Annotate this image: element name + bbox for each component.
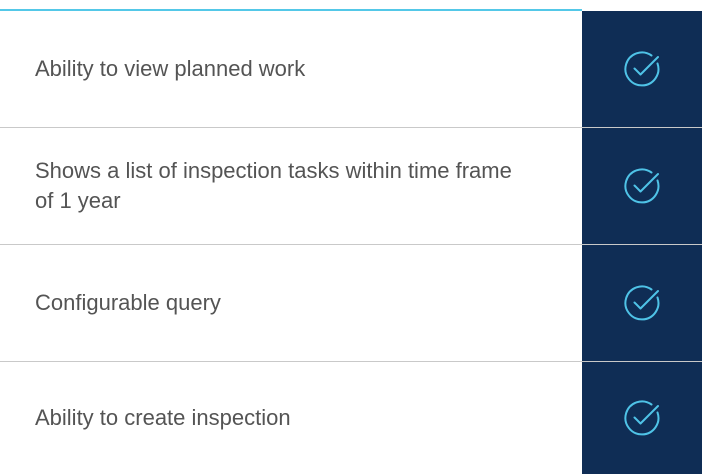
feature-label: Ability to create inspection (35, 405, 291, 430)
feature-row: Shows a list of inspection tasks within … (0, 128, 702, 244)
feature-checklist: Ability to view planned work Shows a lis… (0, 0, 702, 474)
check-circle-icon (622, 283, 662, 323)
check-circle-icon (622, 166, 662, 206)
feature-row: Ability to view planned work (0, 11, 702, 127)
feature-row: Ability to create inspection (0, 362, 702, 474)
feature-label: Configurable query (35, 290, 221, 315)
feature-row: Configurable query (0, 245, 702, 361)
feature-label: Ability to view planned work (35, 56, 306, 81)
check-circle-icon (622, 398, 662, 438)
check-circle-icon (622, 49, 662, 89)
feature-rows: Ability to view planned work Shows a lis… (0, 11, 702, 474)
feature-label: Shows a list of inspection tasks within … (35, 158, 512, 213)
